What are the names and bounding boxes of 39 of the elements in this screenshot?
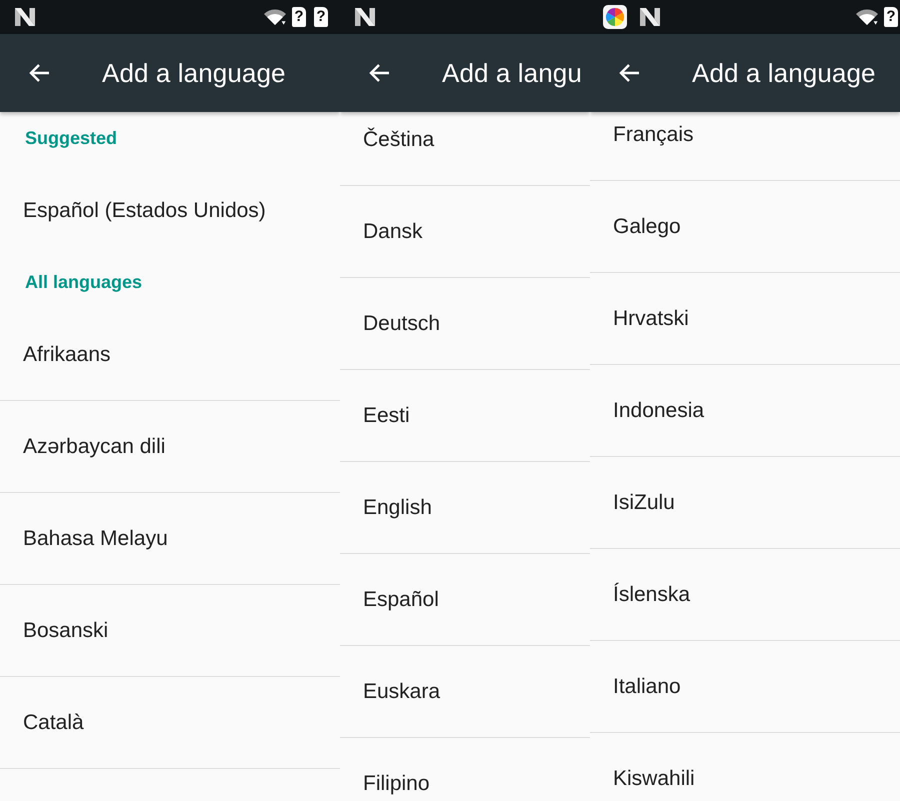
- language-option[interactable]: Bosanski: [23, 618, 108, 642]
- language-option[interactable]: Eesti: [363, 404, 410, 428]
- language-option[interactable]: Azərbaycan dili: [23, 434, 166, 458]
- language-option[interactable]: Bahasa Melayu: [23, 526, 168, 550]
- screen-title: Add a language: [692, 58, 876, 88]
- language-option[interactable]: Italiano: [613, 674, 681, 698]
- back-arrow-icon[interactable]: [368, 63, 390, 83]
- language-option[interactable]: Euskara: [363, 680, 440, 704]
- language-option[interactable]: Català: [23, 710, 84, 734]
- language-option[interactable]: Dansk: [363, 220, 423, 244]
- screen-title: Add a language: [102, 58, 286, 88]
- language-option[interactable]: Deutsch: [363, 312, 440, 336]
- language-option[interactable]: Čeština: [363, 128, 434, 152]
- language-option[interactable]: Español (Estados Unidos): [23, 198, 266, 222]
- language-option[interactable]: Galego: [613, 214, 681, 238]
- language-option[interactable]: Indonesia: [613, 398, 704, 422]
- color-wheel-icon: [603, 5, 627, 29]
- section-header: Suggested: [25, 128, 118, 149]
- screen-title: Add a langu: [442, 58, 582, 88]
- back-arrow-icon[interactable]: [28, 63, 50, 83]
- language-option[interactable]: Íslenska: [613, 582, 690, 606]
- language-option[interactable]: Filipino: [363, 772, 430, 796]
- wifi-icon: [264, 9, 286, 25]
- n-logo-icon: [640, 8, 660, 26]
- sim-card-icon: ?: [884, 7, 898, 27]
- n-logo-icon: [15, 8, 35, 26]
- language-option[interactable]: Afrikaans: [23, 342, 111, 366]
- sim-card-icon: ?: [314, 7, 328, 27]
- language-option[interactable]: IsiZulu: [613, 490, 675, 514]
- language-option[interactable]: Español: [363, 588, 439, 612]
- section-header: All languages: [25, 272, 142, 294]
- language-option[interactable]: Hrvatski: [613, 306, 689, 330]
- sim-card-icon: ?: [292, 7, 306, 27]
- language-option[interactable]: English: [363, 496, 432, 520]
- language-option[interactable]: Kiswahili: [613, 766, 695, 790]
- back-arrow-icon[interactable]: [618, 63, 640, 83]
- language-option[interactable]: Français: [613, 122, 694, 146]
- n-logo-icon: [355, 8, 375, 26]
- wifi-icon: [856, 9, 878, 25]
